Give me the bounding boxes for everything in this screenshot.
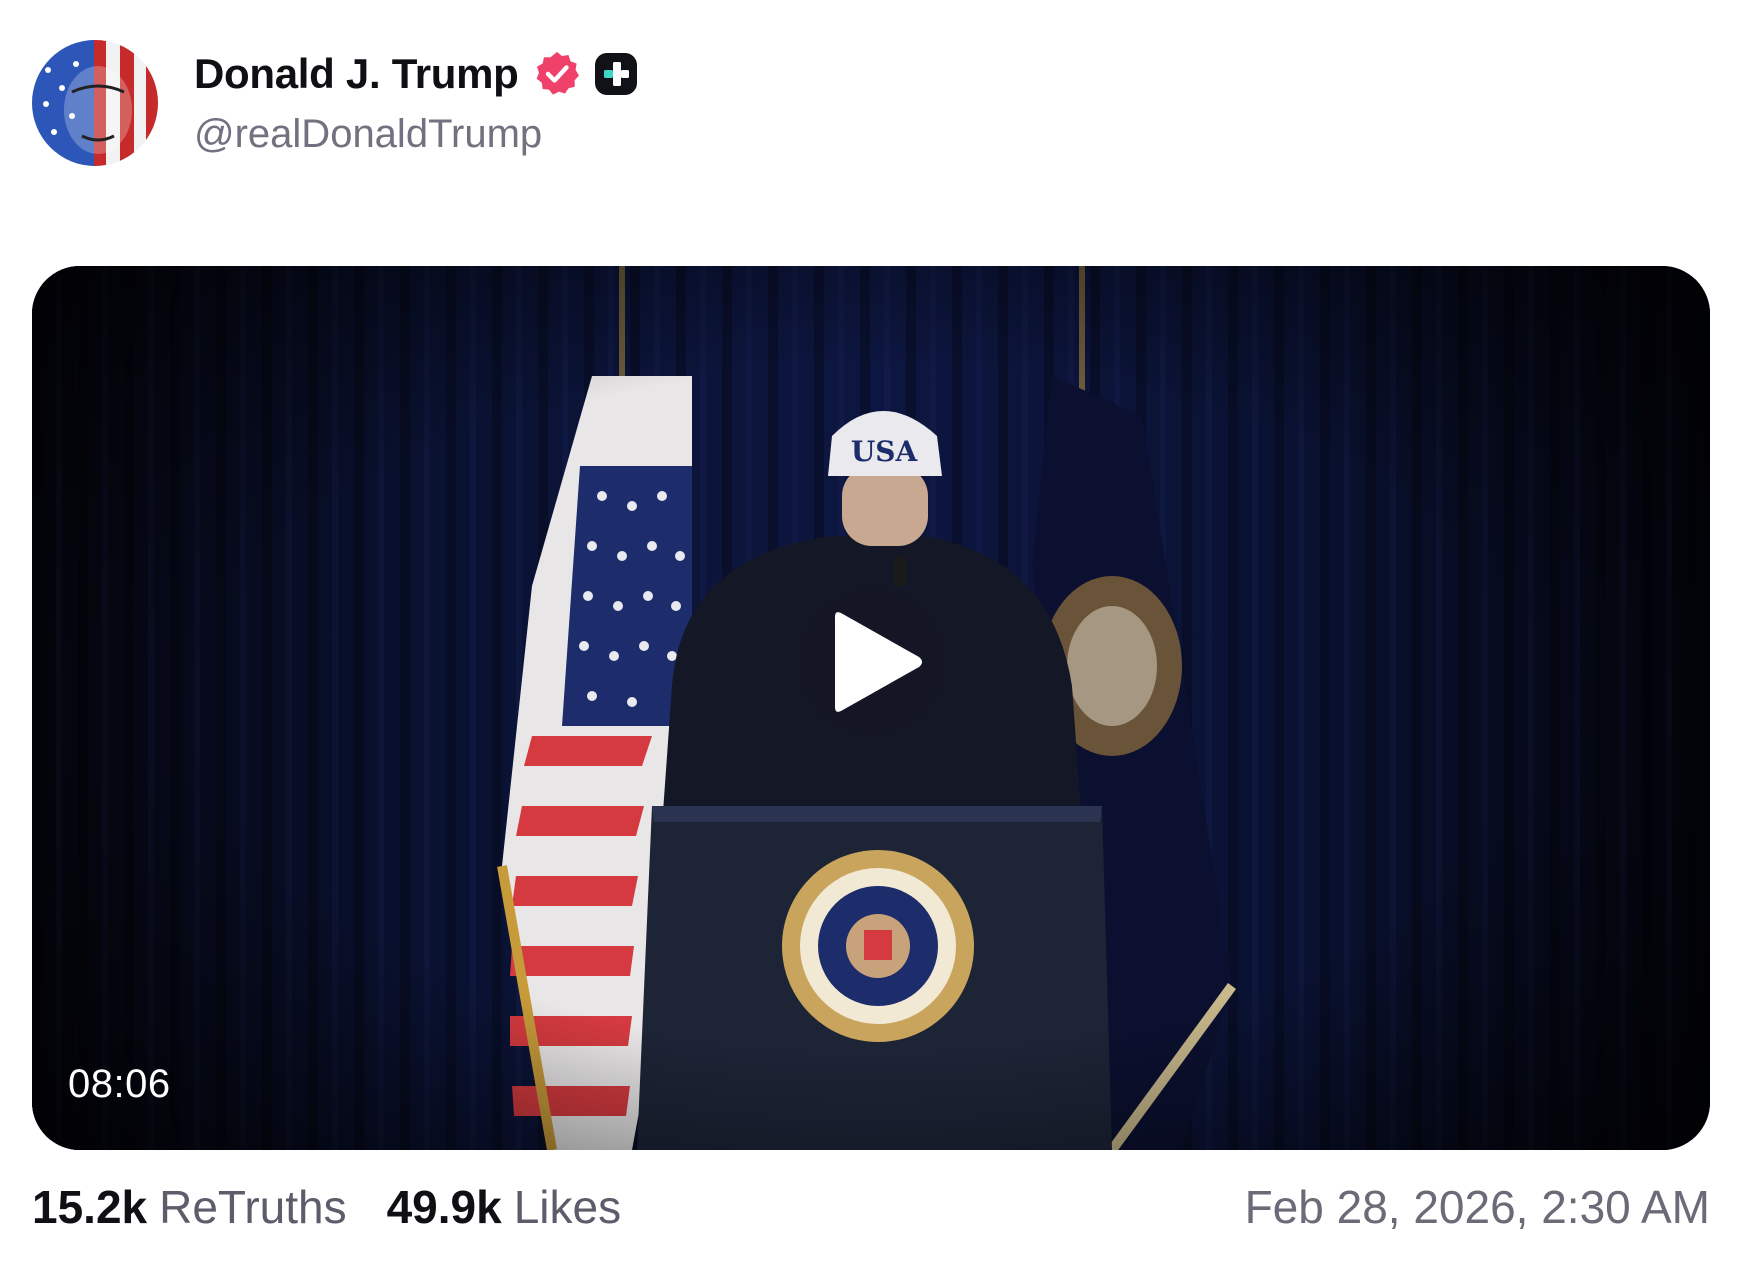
video-duration: 08:06 bbox=[68, 1062, 171, 1106]
post-timestamp[interactable]: Feb 28, 2026, 2:30 AM bbox=[1245, 1180, 1710, 1240]
author-handle[interactable]: @realDonaldTrump bbox=[194, 112, 639, 157]
verified-badge-icon bbox=[533, 50, 581, 98]
author-avatar[interactable] bbox=[32, 40, 158, 166]
author-identity: Donald J. Trump @realDonaldTrump bbox=[194, 44, 639, 157]
play-button[interactable] bbox=[798, 588, 946, 736]
play-icon bbox=[835, 612, 922, 712]
likes-count: 49.9k bbox=[386, 1181, 502, 1233]
likes-label: Likes bbox=[513, 1181, 622, 1233]
retruths-stat[interactable]: 15.2k ReTruths bbox=[32, 1180, 347, 1234]
truth-post: Donald J. Trump @realDonaldTrump 08:06 1… bbox=[0, 0, 1746, 1270]
engagement-stats: 15.2k ReTruths 49.9k Likes bbox=[32, 1180, 621, 1240]
video-player[interactable]: USA 08:06 bbox=[32, 266, 1710, 1150]
retruths-label: ReTruths bbox=[159, 1181, 347, 1233]
name-row: Donald J. Trump bbox=[194, 44, 639, 104]
truth-plus-icon bbox=[593, 51, 639, 97]
likes-stat[interactable]: 49.9k Likes bbox=[387, 1180, 622, 1234]
avatar-image bbox=[32, 40, 158, 166]
retruths-count: 15.2k bbox=[32, 1181, 148, 1233]
author-display-name[interactable]: Donald J. Trump bbox=[194, 50, 519, 98]
